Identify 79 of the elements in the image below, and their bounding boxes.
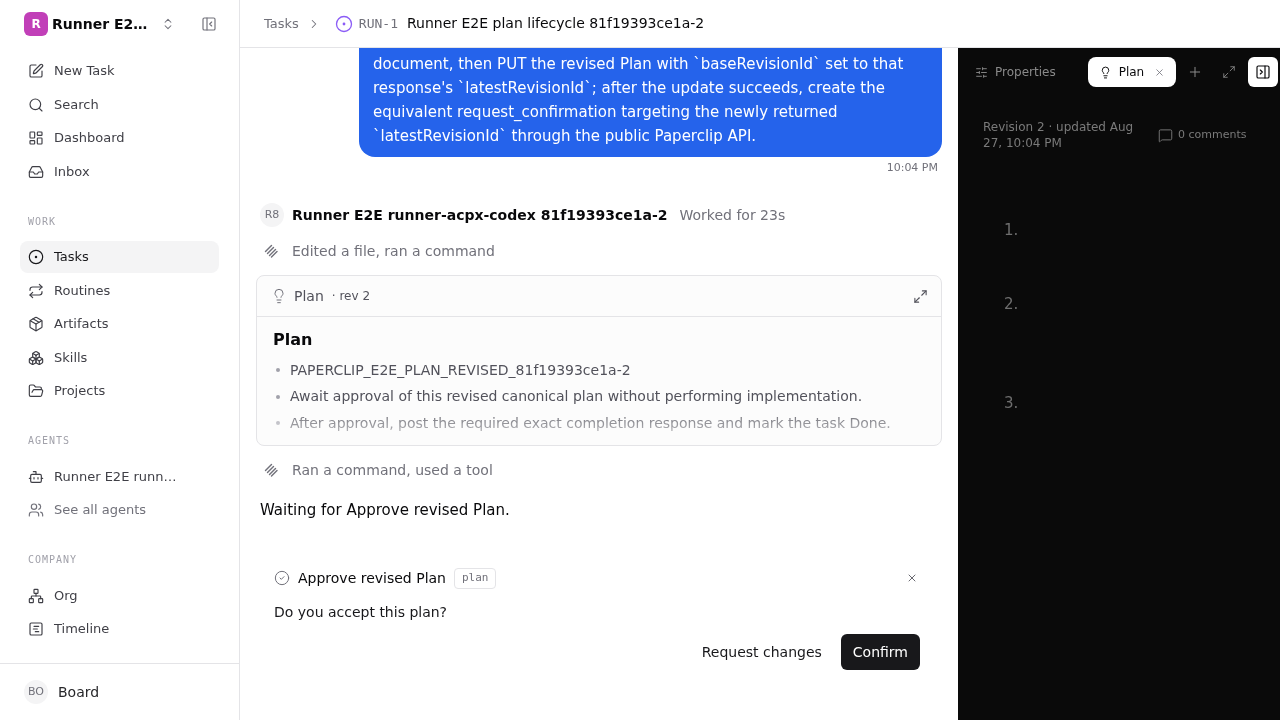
panel-tab[interactable]: Properties	[967, 57, 1064, 87]
plan-heading: Plan	[273, 329, 314, 351]
cube-icon	[28, 316, 44, 332]
dashboard-grid-icon	[28, 130, 44, 146]
folder-icon	[28, 383, 44, 399]
approval-question: Do you accept this plan?	[274, 603, 449, 622]
robot-icon	[28, 468, 44, 485]
panel-toggle-button[interactable]	[1248, 57, 1279, 87]
card-title: Plan	[294, 286, 324, 306]
message-time: 10:04 PM	[886, 160, 938, 176]
nav-item[interactable]: Inbox	[20, 155, 219, 188]
agent-avatar: R8	[260, 203, 284, 227]
workspace-logo[interactable]: R	[24, 12, 48, 36]
section-label: AGENTS	[27, 434, 72, 448]
users-icon	[28, 502, 44, 518]
agent-name[interactable]: Runner E2E runner-acpx-codex 81f19393ce1a-2	[292, 204, 668, 226]
list-number: 2.	[1004, 294, 1019, 315]
plan-tag: plan	[454, 567, 497, 589]
plan-item: PAPERCLIP_E2E_PLAN_REVISED_81f19393ce1a-2	[290, 360, 631, 380]
nav-item[interactable]: Projects	[20, 375, 219, 407]
approval-title: Approve revised Plan	[298, 568, 446, 588]
circle-dot-icon	[334, 14, 353, 33]
expand-icon[interactable]	[913, 288, 928, 304]
agent-message: Waiting for Approve revised Plan.	[259, 500, 511, 521]
lightbulb-icon	[271, 288, 287, 304]
pen-square-icon	[28, 63, 44, 79]
close-tab-icon[interactable]	[1154, 66, 1166, 78]
comments-button[interactable]: 0 comments	[1158, 127, 1247, 143]
hierarchy-icon	[28, 587, 44, 604]
search-icon	[28, 96, 44, 113]
nav-item[interactable]: Artifacts	[20, 308, 219, 340]
bullet-icon	[276, 394, 280, 399]
activity-summary[interactable]: Ran a command, used a tool	[292, 459, 493, 481]
section-label: COMPANY	[27, 553, 79, 567]
plan-item: Await approval of this revised canonical plan without performing implementation.	[290, 387, 863, 406]
nav-item[interactable]: Runner E2E runn…	[20, 460, 219, 493]
nav-item[interactable]: Tasks	[20, 241, 219, 273]
revision-info: Revision 2 · updated Aug 27, 10:04 PM	[983, 119, 1135, 151]
panel-right-icon	[1255, 64, 1272, 80]
panel-tab[interactable]: Plan	[1087, 57, 1177, 87]
expand-icon[interactable]	[1222, 65, 1237, 79]
user-message-text: document, then PUT the revised Plan with `baseRevisionId` set to that response's `latestRevisionId`; after the update succeeds, create the equivalent request_confirmation targeting the newly returned `latestRevisionId` through the public Paperclip API.	[373, 54, 905, 147]
nav-item[interactable]: Dashboard	[20, 122, 219, 154]
nav-item[interactable]: Org	[20, 579, 219, 612]
circle-check-icon	[274, 570, 290, 586]
close-icon[interactable]	[906, 572, 918, 584]
revision-label: · rev 2	[331, 288, 371, 305]
bullet-icon	[276, 368, 280, 372]
bullet-icon	[276, 421, 280, 425]
diagonal-stripes-icon	[264, 244, 278, 258]
user-avatar: BO	[24, 680, 48, 704]
nav-item[interactable]: Routines	[20, 274, 219, 307]
nav-item[interactable]: New Task	[20, 55, 219, 87]
panel-left-icon[interactable]	[201, 16, 217, 32]
breadcrumb-link[interactable]: Tasks	[264, 13, 299, 34]
repeat-arrows-icon	[28, 282, 44, 299]
section-label: WORK	[27, 214, 58, 229]
comment-icon	[1158, 127, 1173, 143]
sliders-icon	[975, 65, 988, 79]
nav-item[interactable]: Timeline	[20, 613, 219, 645]
work-duration: Worked for 23s	[679, 205, 786, 225]
list-number: 1.	[1004, 220, 1019, 241]
run-id: RUN-1	[358, 14, 398, 33]
boxes-icon	[28, 349, 44, 366]
plan-item: After approval, post the required exact completion response and mark the task Done.	[290, 413, 891, 433]
request-changes-button[interactable]: Request changes	[690, 634, 833, 670]
workspace-name[interactable]: Runner E2…	[52, 13, 148, 35]
confirm-button[interactable]: Confirm	[840, 634, 920, 670]
circle-dot-icon	[28, 249, 44, 265]
lines-square-icon	[28, 621, 44, 637]
activity-summary[interactable]: Edited a file, ran a command	[292, 240, 495, 262]
nav-item[interactable]: Skills	[20, 341, 219, 374]
nav-item[interactable]: Search	[20, 88, 219, 121]
diagonal-stripes-icon	[264, 463, 278, 477]
user-name[interactable]: Board	[58, 681, 100, 703]
list-number: 3.	[1004, 393, 1019, 414]
nav-item[interactable]: See all agents	[20, 494, 219, 526]
inbox-tray-icon	[28, 163, 44, 180]
task-title: Runner E2E plan lifecycle 81f19393ce1a-2	[407, 14, 705, 33]
